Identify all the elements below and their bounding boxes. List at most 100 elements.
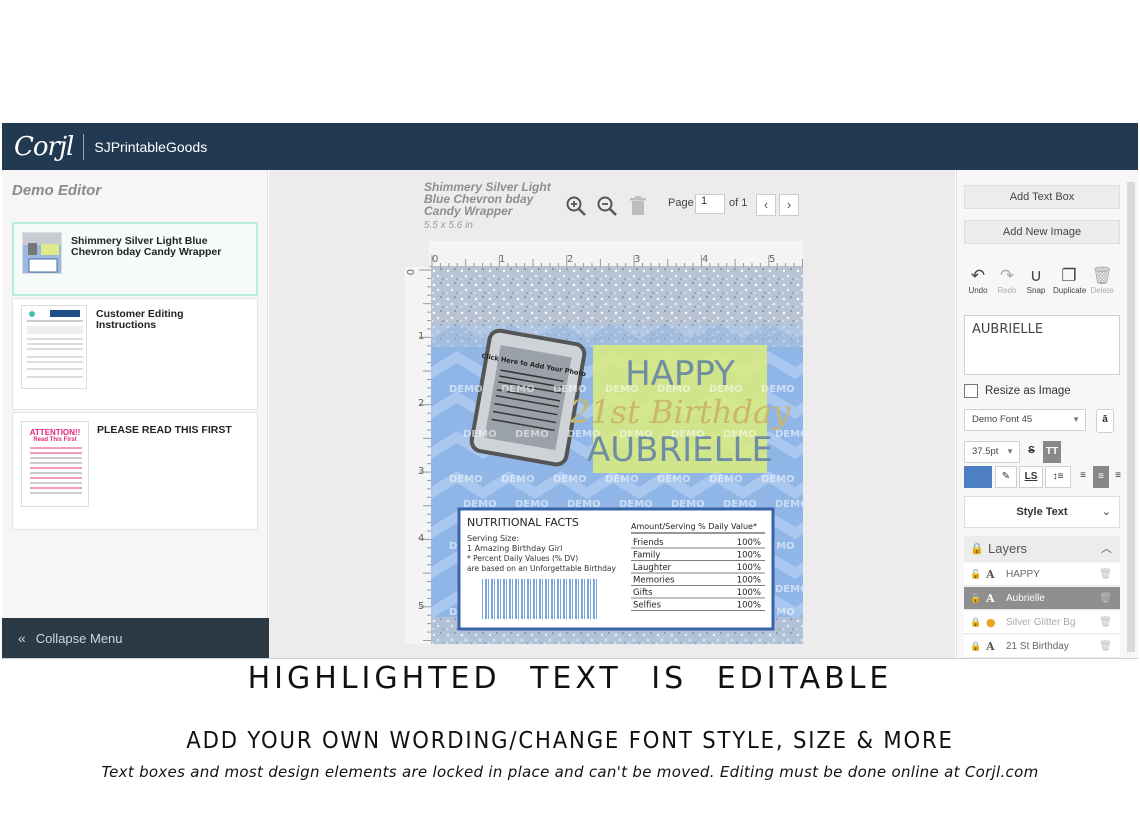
align-center-button[interactable]: ≡ [1093,466,1109,488]
zoom-in-icon[interactable] [565,195,587,217]
trash-icon[interactable] [627,195,649,217]
nutrition-row-value: 100% [737,538,761,548]
align-left-button[interactable]: ≡ [1075,466,1091,488]
trash-icon[interactable]: 🗑 [1099,587,1112,610]
ruler-left-label-4: 4 [418,533,424,544]
ruler-horizontal: 0 1 2 3 4 5 [429,241,803,267]
text-content-input[interactable]: AUBRIELLE [964,315,1120,375]
ruler-top-label-0: 0 [432,254,438,265]
align-right-button[interactable]: ≡ [1111,466,1125,488]
strikethrough-button[interactable]: S [1023,441,1040,463]
collapse-menu-label: Collapse Menu [35,630,123,646]
add-new-image-button[interactable]: Add New Image [964,220,1120,244]
prev-page-button[interactable]: ‹ [756,194,776,216]
nutrition-row-name: Memories [633,576,675,586]
chevron-right-icon: › [786,197,792,212]
banner-subheadline: ADD YOUR OWN WORDING/CHANGE FONT STYLE, … [186,728,954,754]
strikethrough-icon: S [1028,445,1035,456]
template-item-instructions[interactable]: Customer Editing Instructions [12,298,258,410]
all-caps-icon: TT [1045,446,1059,457]
snap-label: Snap [1026,286,1046,295]
font-size-select[interactable]: 37.5pt ▼ [964,441,1020,463]
layer-row[interactable]: 🔒 A 21 St Birthday 🗑 [964,635,1120,658]
align-left-icon: ≡ [1080,470,1086,481]
layer-row[interactable]: 🔒 ● Silver Glitter Bg 🗑 [964,611,1120,634]
nutrition-table-header: Amount/Serving % Daily Value* [631,522,757,531]
letter-spacing-button[interactable]: LS [1019,466,1043,488]
nutrition-row-value: 100% [737,576,761,586]
redo-icon: ↷ [999,266,1015,285]
zoom-out-icon[interactable] [596,195,618,217]
duplicate-label: Duplicate [1053,286,1087,295]
layer-name: HAPPY [1006,569,1040,580]
page-root: Corjl SJPrintableGoods Demo Editor Shimm… [0,0,1140,814]
demo-watermark: DEMO [553,474,587,485]
read-first-thumbnail: ATTENTION!! Read This First [21,421,89,507]
line-height-button[interactable]: ↕≡ [1045,466,1071,488]
collapse-menu-button[interactable]: « Collapse Menu [2,618,269,658]
trash-icon[interactable]: 🗑 [1099,563,1112,586]
serving-value: 1 Amazing Birthday Girl [467,544,562,553]
layer-row-selected[interactable]: 🔒 A Aubrielle 🗑 [964,587,1120,610]
barcode [481,579,599,619]
trash-icon[interactable]: 🗑 [1099,611,1112,634]
style-text-dropdown[interactable]: Style Text ⌄ [964,496,1120,528]
design-birthday-text[interactable]: 21st Birthday [569,393,791,431]
layer-row[interactable]: 🔓 A HAPPY 🗑 [964,563,1120,586]
demo-watermark: DEMO [605,474,639,485]
ruler-left-label-1: 1 [418,331,424,342]
banner-headline: HIGHLIGHTED TEXT IS EDITABLE [247,661,893,696]
canvas-area: Shimmery Silver Light Blue Chevron bday … [269,170,955,658]
demo-watermark: DEMO [605,384,639,395]
line-height-icon: ↕≡ [1052,471,1064,482]
thumbnail-image [23,233,61,273]
demo-watermark: DEMO [501,384,535,395]
text-layer-icon: A [986,592,995,605]
page-count: of 1 [729,197,748,209]
next-page-button[interactable]: › [779,194,799,216]
resize-label: Resize as Image [985,385,1071,397]
text-layer-icon: A [986,568,995,581]
all-caps-button[interactable]: TT [1043,441,1061,463]
right-panel-scrollbar[interactable] [1127,182,1135,652]
undo-button[interactable]: ↶ Undo [963,266,993,295]
layers-header[interactable]: 🔒 Layers ︿ [964,536,1120,562]
snap-button[interactable]: ∪ Snap [1021,266,1051,295]
template-item-wrapper[interactable]: Shimmery Silver Light Blue Chevron bday … [12,222,258,296]
redo-button[interactable]: ↷ Redo [992,266,1022,295]
ruler-left-label-3: 3 [418,466,424,477]
add-text-box-button[interactable]: Add Text Box [964,185,1120,209]
resize-checkbox[interactable] [964,384,978,398]
lock-icon: 🔒 [970,617,982,627]
document-size: 5.5 x 5.6 in [424,220,473,231]
demo-watermark: DEMO [449,474,483,485]
duplicate-button[interactable]: ❐ Duplicate [1053,266,1087,295]
demo-watermark: DEMO [709,474,743,485]
undo-icon: ↶ [970,266,986,285]
nutrition-row-name: Friends [633,538,664,548]
demo-watermark: DEMO [775,584,803,595]
chevron-up-icon: ︿ [1101,543,1112,555]
resize-as-image-toggle[interactable]: Resize as Image [964,384,1071,398]
demo-watermark: DEMO [657,474,691,485]
dv-note: * Percent Daily Values (% DV) [467,554,578,563]
font-case-button[interactable]: ā [1096,409,1114,433]
document-title: Shimmery Silver Light Blue Chevron bday … [424,180,551,218]
design-artwork: Click Here to Add Your Photo HAPPY 21st … [431,267,803,644]
layer-name: 21 St Birthday [1006,641,1069,652]
redo-label: Redo [997,286,1017,295]
instructions-image [27,310,83,378]
design-canvas[interactable]: Click Here to Add Your Photo HAPPY 21st … [431,267,803,644]
delete-button[interactable]: 🗑 Delete [1087,266,1117,295]
nutrition-row-name: Gifts [633,588,653,598]
caret-down-icon: ▼ [1006,447,1014,456]
trash-icon[interactable]: 🗑 [1099,635,1112,658]
font-select[interactable]: Demo Font 45 ▼ [964,409,1086,431]
text-color-swatch[interactable] [964,466,992,488]
right-panel: Add Text Box Add New Image ↶ Undo ↷ Redo ∪… [956,170,1138,658]
corjl-logo[interactable]: Corjl [14,132,74,162]
magnet-icon: ∪ [1029,266,1043,285]
page-number-input[interactable]: 1 [695,194,725,214]
template-item-read-first[interactable]: ATTENTION!! Read This First PLEASE READ … [12,412,258,530]
eyedropper-button[interactable]: ✎ [995,466,1017,488]
